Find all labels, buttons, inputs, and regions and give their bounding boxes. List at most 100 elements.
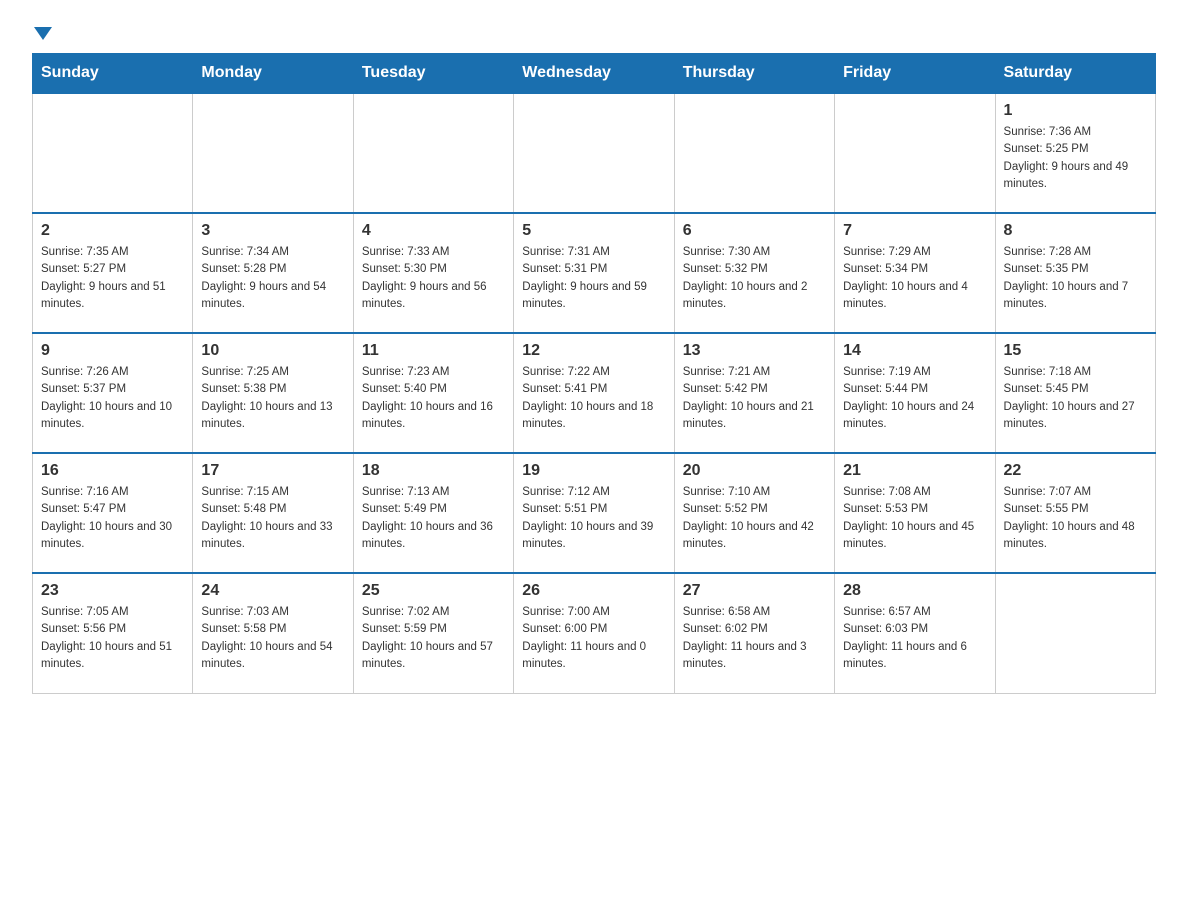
day-info: Sunrise: 7:02 AM Sunset: 5:59 PM Dayligh… xyxy=(362,604,505,673)
day-number: 7 xyxy=(843,222,986,240)
calendar-cell: 23 Sunrise: 7:05 AM Sunset: 5:56 PM Dayli… xyxy=(33,573,193,693)
column-header-sunday: Sunday xyxy=(33,54,193,94)
calendar-cell: 27 Sunrise: 6:58 AM Sunset: 6:02 PM Dayli… xyxy=(674,573,834,693)
day-info: Sunrise: 7:26 AM Sunset: 5:37 PM Dayligh… xyxy=(41,364,184,433)
column-header-tuesday: Tuesday xyxy=(353,54,513,94)
calendar-cell: 2Sunrise: 7:35 AM Sunset: 5:27 PM Daylig… xyxy=(33,213,193,333)
calendar-cell xyxy=(674,93,834,213)
day-info: Sunrise: 7:33 AM Sunset: 5:30 PM Dayligh… xyxy=(362,244,505,313)
day-number: 6 xyxy=(683,222,826,240)
day-info: Sunrise: 7:05 AM Sunset: 5:56 PM Dayligh… xyxy=(41,604,184,673)
calendar-cell: 9 Sunrise: 7:26 AM Sunset: 5:37 PM Daylig… xyxy=(33,333,193,453)
day-number: 23 xyxy=(41,582,184,600)
calendar-cell: 10 Sunrise: 7:25 AM Sunset: 5:38 PM Dayli… xyxy=(193,333,353,453)
calendar-cell: 11 Sunrise: 7:23 AM Sunset: 5:40 PM Dayli… xyxy=(353,333,513,453)
calendar-cell: 3 Sunrise: 7:34 AM Sunset: 5:28 PM Daylig… xyxy=(193,213,353,333)
day-number: 15 xyxy=(1004,342,1147,360)
day-number: 24 xyxy=(201,582,344,600)
day-info: Sunrise: 7:23 AM Sunset: 5:40 PM Dayligh… xyxy=(362,364,505,433)
day-number: 12 xyxy=(522,342,665,360)
day-info: Sunrise: 7:29 AM Sunset: 5:34 PM Dayligh… xyxy=(843,244,986,313)
day-info: Sunrise: 7:21 AM Sunset: 5:42 PM Dayligh… xyxy=(683,364,826,433)
column-header-monday: Monday xyxy=(193,54,353,94)
day-number: 18 xyxy=(362,462,505,480)
week-row-5: 23 Sunrise: 7:05 AM Sunset: 5:56 PM Dayli… xyxy=(33,573,1156,693)
day-number: 8 xyxy=(1004,222,1147,240)
day-info: Sunrise: 7:34 AM Sunset: 5:28 PM Dayligh… xyxy=(201,244,344,313)
day-info: Sunrise: 6:58 AM Sunset: 6:02 PM Dayligh… xyxy=(683,604,826,673)
day-info: Sunrise: 7:08 AM Sunset: 5:53 PM Dayligh… xyxy=(843,484,986,553)
calendar-cell: 8 Sunrise: 7:28 AM Sunset: 5:35 PM Daylig… xyxy=(995,213,1155,333)
logo-triangle-icon xyxy=(34,27,52,40)
calendar-cell: 21Sunrise: 7:08 AM Sunset: 5:53 PM Dayli… xyxy=(835,453,995,573)
calendar-cell xyxy=(835,93,995,213)
column-header-thursday: Thursday xyxy=(674,54,834,94)
calendar-cell: 14 Sunrise: 7:19 AM Sunset: 5:44 PM Dayli… xyxy=(835,333,995,453)
day-number: 27 xyxy=(683,582,826,600)
calendar-cell: 24 Sunrise: 7:03 AM Sunset: 5:58 PM Dayli… xyxy=(193,573,353,693)
calendar-cell: 20 Sunrise: 7:10 AM Sunset: 5:52 PM Dayli… xyxy=(674,453,834,573)
week-row-1: 1 Sunrise: 7:36 AM Sunset: 5:25 PM Daylig… xyxy=(33,93,1156,213)
day-number: 3 xyxy=(201,222,344,240)
day-info: Sunrise: 7:18 AM Sunset: 5:45 PM Dayligh… xyxy=(1004,364,1147,433)
calendar-cell: 19 Sunrise: 7:12 AM Sunset: 5:51 PM Dayli… xyxy=(514,453,674,573)
calendar-cell xyxy=(514,93,674,213)
week-row-4: 16 Sunrise: 7:16 AM Sunset: 5:47 PM Dayli… xyxy=(33,453,1156,573)
day-info: Sunrise: 7:13 AM Sunset: 5:49 PM Dayligh… xyxy=(362,484,505,553)
day-info: Sunrise: 7:15 AM Sunset: 5:48 PM Dayligh… xyxy=(201,484,344,553)
day-info: Sunrise: 6:57 AM Sunset: 6:03 PM Dayligh… xyxy=(843,604,986,673)
day-number: 1 xyxy=(1004,102,1147,120)
calendar-cell: 13 Sunrise: 7:21 AM Sunset: 5:42 PM Dayli… xyxy=(674,333,834,453)
calendar-cell: 4Sunrise: 7:33 AM Sunset: 5:30 PM Daylig… xyxy=(353,213,513,333)
calendar-cell: 17 Sunrise: 7:15 AM Sunset: 5:48 PM Dayli… xyxy=(193,453,353,573)
day-info: Sunrise: 7:30 AM Sunset: 5:32 PM Dayligh… xyxy=(683,244,826,313)
day-number: 28 xyxy=(843,582,986,600)
day-number: 11 xyxy=(362,342,505,360)
day-number: 22 xyxy=(1004,462,1147,480)
day-info: Sunrise: 7:07 AM Sunset: 5:55 PM Dayligh… xyxy=(1004,484,1147,553)
page-header xyxy=(32,24,1156,37)
day-info: Sunrise: 7:16 AM Sunset: 5:47 PM Dayligh… xyxy=(41,484,184,553)
calendar-cell: 15 Sunrise: 7:18 AM Sunset: 5:45 PM Dayli… xyxy=(995,333,1155,453)
logo xyxy=(32,24,52,37)
day-info: Sunrise: 7:10 AM Sunset: 5:52 PM Dayligh… xyxy=(683,484,826,553)
column-header-wednesday: Wednesday xyxy=(514,54,674,94)
calendar-cell xyxy=(995,573,1155,693)
calendar-cell xyxy=(353,93,513,213)
day-number: 26 xyxy=(522,582,665,600)
week-row-3: 9 Sunrise: 7:26 AM Sunset: 5:37 PM Daylig… xyxy=(33,333,1156,453)
calendar-cell: 1 Sunrise: 7:36 AM Sunset: 5:25 PM Daylig… xyxy=(995,93,1155,213)
day-info: Sunrise: 7:25 AM Sunset: 5:38 PM Dayligh… xyxy=(201,364,344,433)
calendar-cell: 25 Sunrise: 7:02 AM Sunset: 5:59 PM Dayli… xyxy=(353,573,513,693)
column-header-saturday: Saturday xyxy=(995,54,1155,94)
calendar-header-row: SundayMondayTuesdayWednesdayThursdayFrid… xyxy=(33,54,1156,94)
calendar-cell xyxy=(33,93,193,213)
calendar-cell: 26 Sunrise: 7:00 AM Sunset: 6:00 PM Dayli… xyxy=(514,573,674,693)
week-row-2: 2Sunrise: 7:35 AM Sunset: 5:27 PM Daylig… xyxy=(33,213,1156,333)
day-number: 13 xyxy=(683,342,826,360)
day-info: Sunrise: 7:03 AM Sunset: 5:58 PM Dayligh… xyxy=(201,604,344,673)
day-info: Sunrise: 7:00 AM Sunset: 6:00 PM Dayligh… xyxy=(522,604,665,673)
day-number: 10 xyxy=(201,342,344,360)
calendar-cell: 22 Sunrise: 7:07 AM Sunset: 5:55 PM Dayli… xyxy=(995,453,1155,573)
day-info: Sunrise: 7:28 AM Sunset: 5:35 PM Dayligh… xyxy=(1004,244,1147,313)
day-number: 19 xyxy=(522,462,665,480)
day-number: 25 xyxy=(362,582,505,600)
calendar-cell: 12 Sunrise: 7:22 AM Sunset: 5:41 PM Dayli… xyxy=(514,333,674,453)
day-number: 16 xyxy=(41,462,184,480)
day-info: Sunrise: 7:22 AM Sunset: 5:41 PM Dayligh… xyxy=(522,364,665,433)
calendar-cell: 28 Sunrise: 6:57 AM Sunset: 6:03 PM Dayli… xyxy=(835,573,995,693)
column-header-friday: Friday xyxy=(835,54,995,94)
day-number: 17 xyxy=(201,462,344,480)
calendar-table: SundayMondayTuesdayWednesdayThursdayFrid… xyxy=(32,53,1156,694)
calendar-cell: 16 Sunrise: 7:16 AM Sunset: 5:47 PM Dayli… xyxy=(33,453,193,573)
day-info: Sunrise: 7:31 AM Sunset: 5:31 PM Dayligh… xyxy=(522,244,665,313)
day-number: 14 xyxy=(843,342,986,360)
day-number: 20 xyxy=(683,462,826,480)
day-number: 9 xyxy=(41,342,184,360)
day-info: Sunrise: 7:35 AM Sunset: 5:27 PM Dayligh… xyxy=(41,244,184,313)
day-info: Sunrise: 7:36 AM Sunset: 5:25 PM Dayligh… xyxy=(1004,124,1147,193)
day-info: Sunrise: 7:19 AM Sunset: 5:44 PM Dayligh… xyxy=(843,364,986,433)
calendar-cell: 5Sunrise: 7:31 AM Sunset: 5:31 PM Daylig… xyxy=(514,213,674,333)
day-info: Sunrise: 7:12 AM Sunset: 5:51 PM Dayligh… xyxy=(522,484,665,553)
